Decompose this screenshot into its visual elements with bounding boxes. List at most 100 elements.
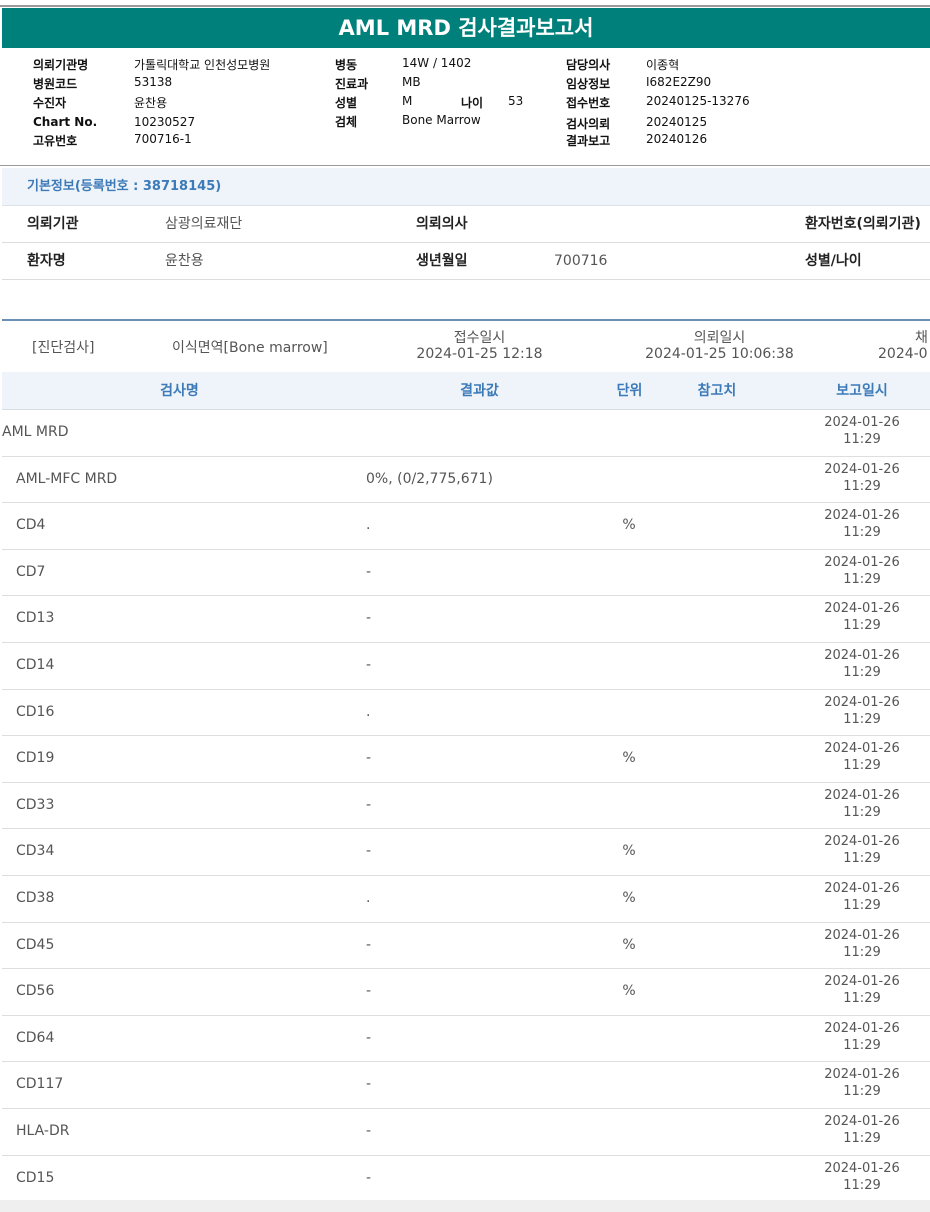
- collected-datetime: 2024-0: [878, 346, 928, 362]
- result-value: .: [366, 889, 371, 906]
- test-name: CD45: [16, 936, 55, 953]
- info-label: 진료과: [335, 77, 369, 91]
- test-name: CD34: [16, 843, 55, 860]
- info-value: 20240125-13276: [646, 94, 750, 108]
- report-datetime: 2024-01-26 11:29: [812, 1113, 912, 1147]
- test-name: CD117: [16, 1076, 64, 1093]
- test-name: CD33: [16, 796, 55, 813]
- info-value: I682E2Z90: [646, 75, 712, 89]
- info-label: 병원코드: [33, 77, 78, 91]
- report-datetime: 2024-01-26 11:29: [812, 1020, 912, 1054]
- report-date: 2024-01-26: [824, 834, 900, 850]
- field-label: 환자번호(의뢰기관): [805, 216, 921, 232]
- result-value: 0%, (0/2,775,671): [366, 470, 493, 487]
- table-row: CD45 -% 2024-01-26 11:29: [2, 923, 930, 970]
- table-row: AML MRD 2024-01-26 11:29: [2, 410, 930, 457]
- unit: %: [622, 983, 636, 1000]
- field-label: 생년월일: [416, 253, 468, 269]
- field-label: 의뢰의사: [416, 216, 468, 232]
- result-value: -: [366, 843, 372, 860]
- table-row: CD15 - 2024-01-26 11:29: [2, 1156, 930, 1203]
- report-datetime: 2024-01-26 11:29: [812, 973, 912, 1007]
- report-time: 11:29: [843, 897, 881, 913]
- info-value: 53: [508, 94, 524, 108]
- test-name: CD56: [16, 983, 55, 1000]
- report-date: 2024-01-26: [824, 601, 900, 617]
- unit: %: [622, 843, 636, 860]
- info-value: 이종혁: [646, 58, 680, 72]
- info-value: 20240126: [646, 132, 708, 146]
- results-table-body: AML MRD 2024-01-26 11:29 AML-MFC MRD 0%, (0/…: [2, 410, 930, 1203]
- col-header-report-date: 보고일시: [836, 383, 888, 399]
- info-label: 접수번호: [566, 96, 611, 110]
- test-name: CD19: [16, 750, 55, 767]
- report-date: 2024-01-26: [824, 415, 900, 430]
- report-time: 11:29: [843, 1037, 881, 1053]
- report-datetime: 2024-01-26 11:29: [812, 1160, 912, 1194]
- report-date: 2024-01-26: [824, 787, 900, 803]
- report-time: 11:29: [843, 851, 881, 867]
- table-row: CD14 - 2024-01-26 11:29: [2, 643, 930, 690]
- report-date: 2024-01-26: [824, 880, 900, 896]
- info-label: 담당의사: [566, 58, 611, 72]
- report-datetime: 2024-01-26 11:29: [812, 600, 912, 634]
- unit: %: [622, 517, 636, 534]
- test-name: CD64: [16, 1029, 55, 1046]
- field-label: 성별/나이: [805, 253, 862, 269]
- info-label: 결과보고: [566, 134, 611, 148]
- table-row: CD56 -% 2024-01-26 11:29: [2, 969, 930, 1016]
- info-label: 검체: [335, 115, 358, 129]
- table-row: CD117 - 2024-01-26 11:29: [2, 1062, 930, 1109]
- test-specimen: 이식면역[Bone marrow]: [172, 340, 328, 356]
- info-label: 임상정보: [566, 77, 611, 91]
- requested-label: 의뢰일시: [693, 330, 746, 346]
- unit: %: [622, 936, 636, 953]
- report-date: 2024-01-26: [824, 647, 900, 663]
- report-date: 2024-01-26: [824, 927, 900, 943]
- result-value: .: [366, 517, 371, 534]
- field-value: 700716: [554, 253, 608, 269]
- field-value: 삼광의료재단: [165, 216, 243, 232]
- result-value: -: [366, 983, 372, 1000]
- report-time: 11:29: [843, 1130, 881, 1146]
- info-label: 병동: [335, 58, 358, 72]
- report-date: 2024-01-26: [824, 1160, 900, 1176]
- report-info: 의뢰기관명 가톨릭대학교 인천성모병원 병원코드 53138 수진자 윤찬용 C…: [0, 54, 930, 154]
- field-label: 의뢰기관: [27, 216, 79, 232]
- received-label: 접수일시: [453, 330, 506, 346]
- report-time: 11:29: [843, 1177, 881, 1193]
- result-value: -: [366, 656, 372, 673]
- unit: %: [622, 750, 636, 767]
- info-label: 성별: [335, 96, 358, 110]
- table-row: HLA-DR - 2024-01-26 11:29: [2, 1109, 930, 1156]
- results-table-header: 검사명 결과값 단위 참고치 보고일시: [2, 372, 930, 410]
- report-datetime: 2024-01-26 11:29: [812, 740, 912, 774]
- test-summary-row: [진단검사] 이식면역[Bone marrow] 접수일시 2024-01-25…: [2, 321, 930, 372]
- test-name: CD15: [16, 1169, 55, 1186]
- test-name: HLA-DR: [16, 1122, 70, 1139]
- report-time: 11:29: [843, 664, 881, 680]
- report-datetime: 2024-01-26 11:29: [812, 461, 912, 495]
- report-time: 11:29: [843, 944, 881, 960]
- result-value: -: [366, 1029, 372, 1046]
- report-datetime: 2024-01-26 11:29: [812, 927, 912, 961]
- report-time: 11:29: [843, 618, 881, 634]
- section-divider: [0, 165, 930, 166]
- info-label: 고유번호: [33, 134, 78, 148]
- info-label: 나이: [461, 96, 484, 110]
- result-value: -: [366, 936, 372, 953]
- result-value: -: [366, 1076, 372, 1093]
- unit: %: [622, 889, 636, 906]
- basic-info-row: 환자명 윤찬용 생년월일 700716 성별/나이: [2, 243, 930, 280]
- report-time: 11:29: [843, 432, 881, 447]
- report-date: 2024-01-26: [824, 508, 900, 524]
- table-row: CD19 -% 2024-01-26 11:29: [2, 736, 930, 783]
- table-row: CD7 - 2024-01-26 11:29: [2, 550, 930, 597]
- collected-label: 채: [915, 330, 928, 346]
- received-datetime: 2024-01-25 12:18: [416, 346, 543, 362]
- report-datetime: 2024-01-26 11:29: [812, 880, 912, 914]
- test-name: CD16: [16, 703, 55, 720]
- report-date: 2024-01-26: [824, 694, 900, 710]
- info-value: 10230527: [134, 115, 196, 129]
- info-label: 의뢰기관명: [33, 58, 89, 72]
